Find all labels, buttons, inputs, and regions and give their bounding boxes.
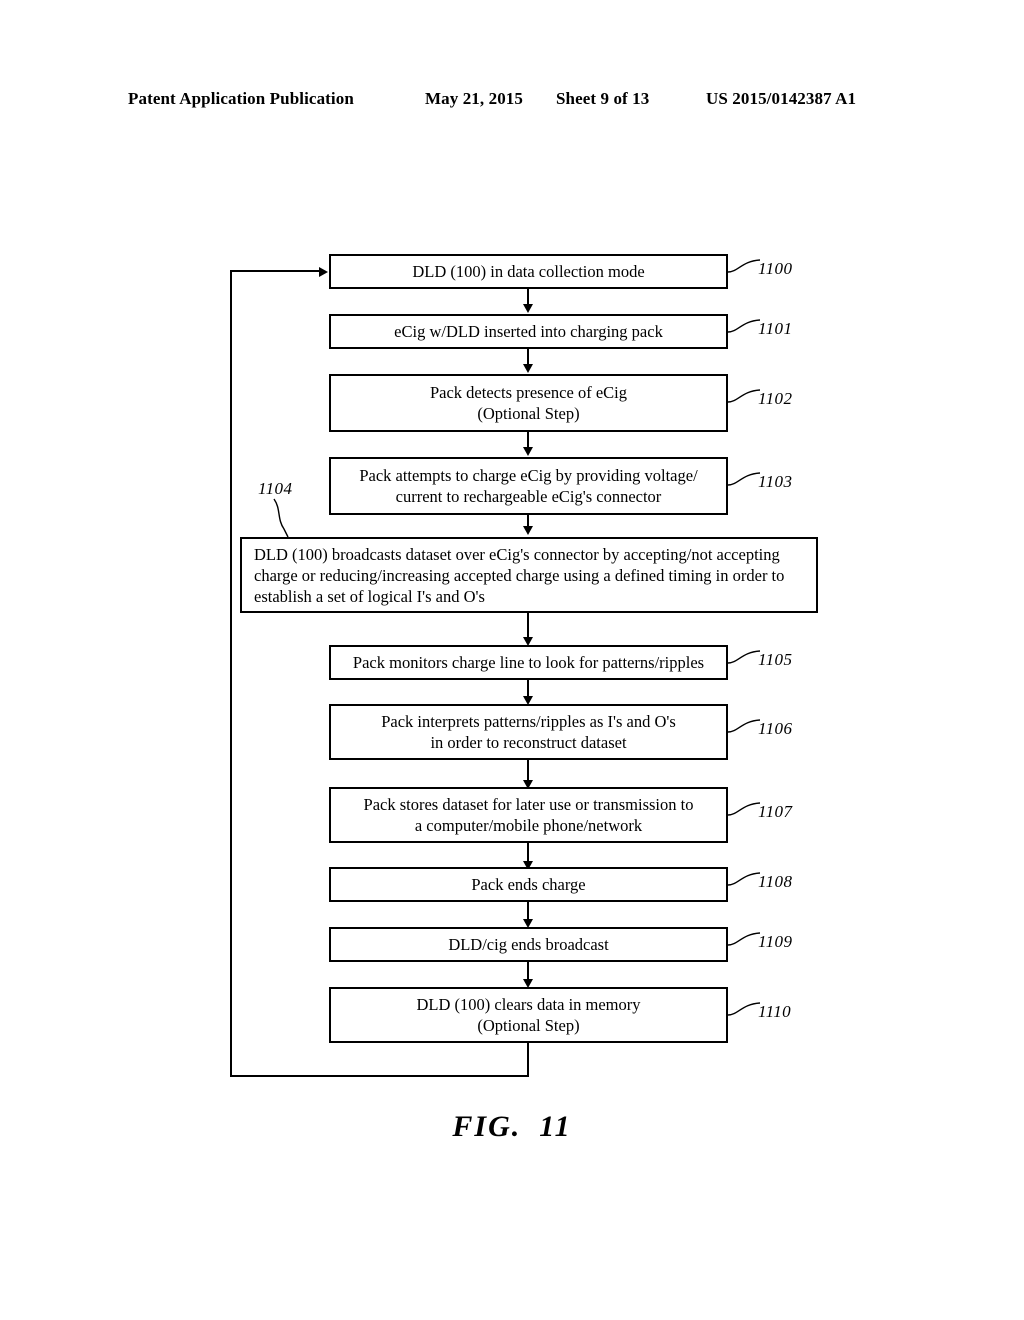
flow-step-1109: DLD/cig ends broadcast xyxy=(329,927,728,962)
leader-line-1104 xyxy=(273,498,289,538)
flow-step-1106-text: Pack interprets patterns/ripples as I's … xyxy=(381,712,676,752)
reference-numeral-1105: 1105 xyxy=(758,650,793,669)
flow-step-1105-text: Pack monitors charge line to look for pa… xyxy=(352,653,705,672)
connector-1100-1101 xyxy=(527,289,529,305)
feedback-loop-arrowhead xyxy=(319,267,328,277)
arrowhead-1100-1101 xyxy=(523,304,533,313)
flow-step-1101-text: eCig w/DLD inserted into charging pack xyxy=(394,322,663,341)
arrowhead-1103-1104 xyxy=(523,526,533,535)
feedback-loop-down-segment xyxy=(527,1043,529,1077)
reference-numeral-1108: 1108 xyxy=(758,872,793,891)
reference-numeral-1107: 1107 xyxy=(758,802,793,821)
reference-numeral-1103: 1103 xyxy=(758,472,793,491)
flow-step-1104-text: DLD (100) broadcasts dataset over eCig's… xyxy=(254,544,785,606)
flow-step-1100: DLD (100) in data collection mode xyxy=(329,254,728,289)
flow-step-1103: Pack attempts to charge eCig by providin… xyxy=(329,457,728,515)
flow-step-1102: Pack detects presence of eCig (Optional … xyxy=(329,374,728,432)
flow-step-1110-text: DLD (100) clears data in memory (Optiona… xyxy=(416,995,641,1035)
flow-step-1104: DLD (100) broadcasts dataset over eCig's… xyxy=(240,537,818,613)
figure-caption: FIG. 11 xyxy=(0,1110,1024,1144)
leader-line-1105 xyxy=(727,650,761,664)
flow-step-1108: Pack ends charge xyxy=(329,867,728,902)
connector-1101-1102 xyxy=(527,349,529,365)
connector-1102-1103 xyxy=(527,432,529,448)
leader-line-1110 xyxy=(727,1002,761,1016)
feedback-loop-bottom-segment xyxy=(230,1075,529,1077)
flow-step-1106: Pack interprets patterns/ripples as I's … xyxy=(329,704,728,760)
flow-step-1102-text: Pack detects presence of eCig (Optional … xyxy=(429,383,627,423)
flow-step-1105: Pack monitors charge line to look for pa… xyxy=(329,645,728,680)
flowchart-figure: DLD (100) in data collection mode eCig w… xyxy=(0,0,1024,1320)
reference-numeral-1109: 1109 xyxy=(758,932,793,951)
flow-step-1109-text: DLD/cig ends broadcast xyxy=(448,935,609,954)
feedback-loop-top-segment xyxy=(230,270,321,272)
flow-step-1108-text: Pack ends charge xyxy=(471,875,586,894)
figure-caption-number: 11 xyxy=(539,1110,572,1143)
reference-numeral-1100: 1100 xyxy=(758,259,793,278)
leader-line-1100 xyxy=(727,259,761,273)
arrowhead-1101-1102 xyxy=(523,364,533,373)
figure-caption-label: FIG. xyxy=(452,1110,522,1143)
reference-numeral-1101: 1101 xyxy=(758,319,793,338)
flow-step-1100-text: DLD (100) in data collection mode xyxy=(412,262,645,281)
flow-step-1110: DLD (100) clears data in memory (Optiona… xyxy=(329,987,728,1043)
flow-step-1107-text: Pack stores dataset for later use or tra… xyxy=(363,795,694,835)
leader-line-1103 xyxy=(727,472,761,486)
leader-line-1106 xyxy=(727,719,761,733)
leader-line-1108 xyxy=(727,872,761,886)
reference-numeral-1106: 1106 xyxy=(758,719,793,738)
leader-line-1109 xyxy=(727,932,761,946)
flow-step-1101: eCig w/DLD inserted into charging pack xyxy=(329,314,728,349)
leader-line-1107 xyxy=(727,802,761,816)
flow-step-1103-text: Pack attempts to charge eCig by providin… xyxy=(359,466,698,506)
arrowhead-1102-1103 xyxy=(523,447,533,456)
reference-numeral-1104: 1104 xyxy=(258,479,293,498)
leader-line-1102 xyxy=(727,389,761,403)
feedback-loop-left-segment xyxy=(230,270,232,1077)
leader-line-1101 xyxy=(727,319,761,333)
flow-step-1107: Pack stores dataset for later use or tra… xyxy=(329,787,728,843)
reference-numeral-1110: 1110 xyxy=(758,1002,792,1021)
reference-numeral-1102: 1102 xyxy=(758,389,793,408)
